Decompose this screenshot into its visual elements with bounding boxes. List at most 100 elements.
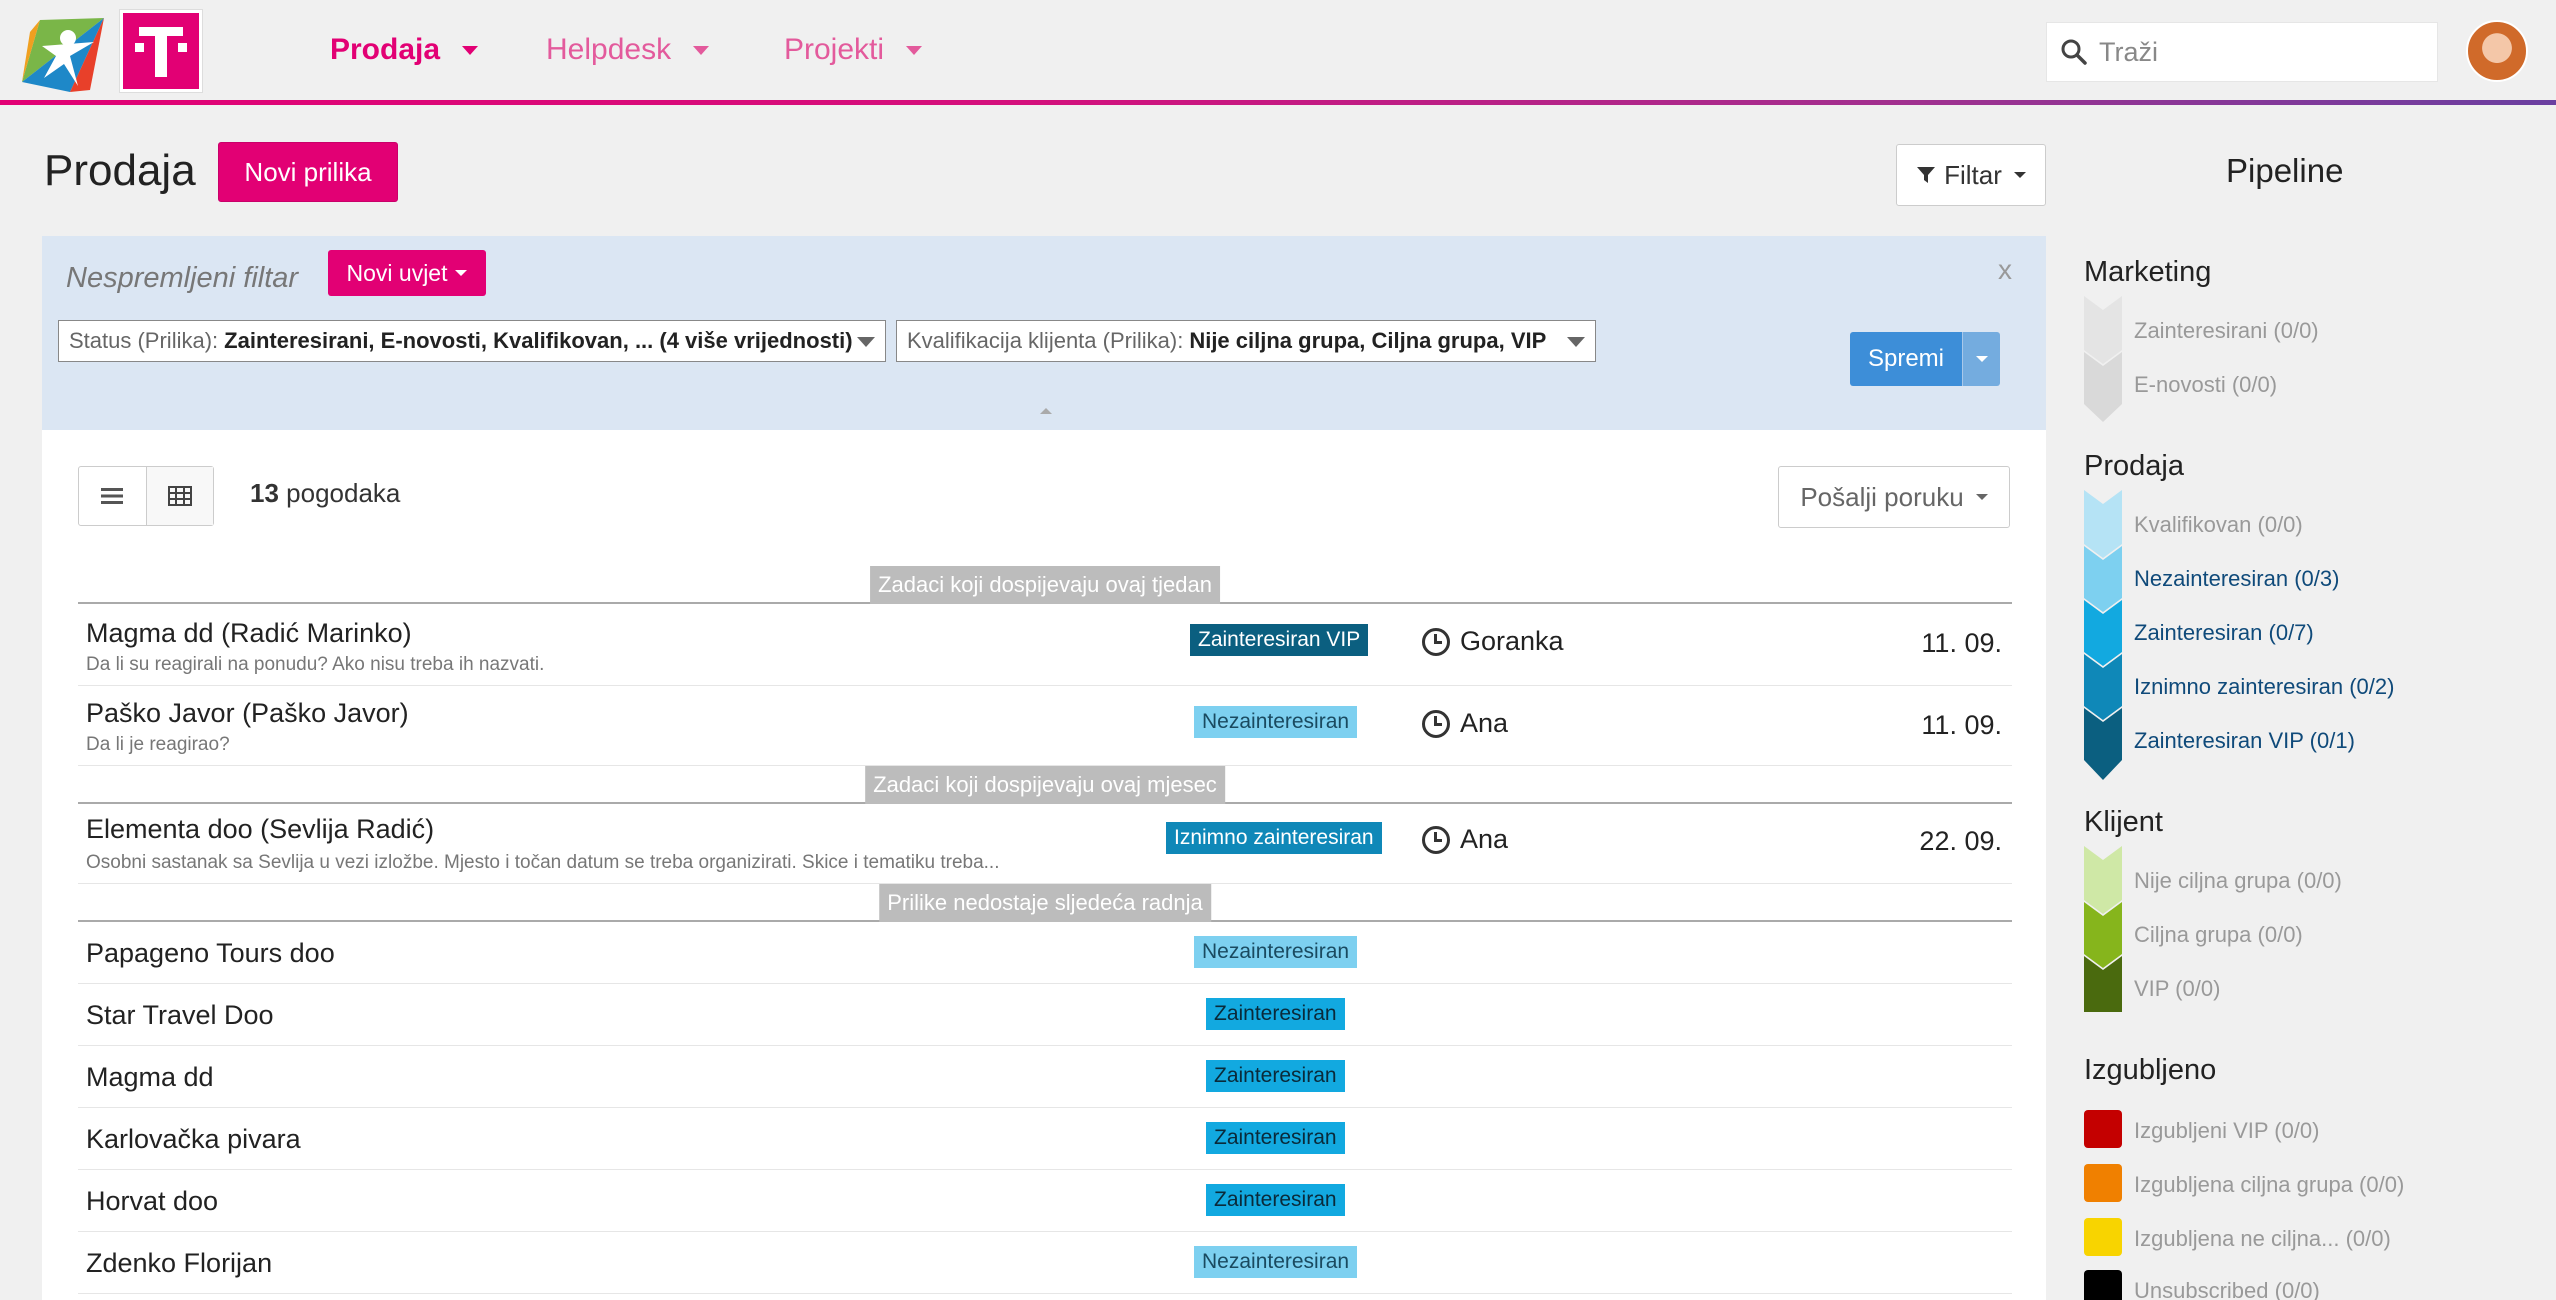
pipeline-item[interactable]: Unsubscribed (0/0) [2134, 1278, 2320, 1300]
row-date: 11. 09. [1921, 710, 2002, 740]
search-input[interactable] [2099, 36, 2419, 68]
table-row[interactable]: Papageno Tours doo Nezainteresiran [78, 922, 2012, 984]
row-title: Horvat doo [86, 1186, 219, 1216]
status-badge: Zainteresiran [1206, 1060, 1345, 1092]
condition-qualification-select[interactable]: Kvalifikacija klijenta (Prilika): Nije c… [896, 320, 1596, 362]
collapse-panel-icon[interactable] [1040, 408, 1052, 414]
row-date: 22. 09. [1919, 826, 2002, 856]
condition-field: Kvalifikacija klijenta (Prilika): [907, 328, 1184, 353]
pipeline-item[interactable]: Iznimno zainteresiran (0/2) [2134, 674, 2394, 700]
row-assignee: Ana [1422, 708, 1508, 739]
nav-item-prodaja[interactable]: Prodaja [330, 0, 479, 100]
view-toggle [78, 466, 214, 526]
hits-label: pogodaka [286, 478, 401, 508]
pipeline-item[interactable]: Zainteresiran (0/7) [2134, 620, 2314, 646]
pipeline-item[interactable]: Izgubljena ciljna grupa (0/0) [2134, 1172, 2404, 1198]
status-badge: Zainteresiran [1206, 998, 1345, 1030]
clock-icon [1422, 627, 1450, 656]
pipeline-item[interactable]: Zainteresirani (0/0) [2134, 318, 2319, 344]
assignee-name: Goranka [1460, 626, 1564, 656]
section-title: Zadaci koji dospijevaju ovaj tjedan [870, 566, 1220, 604]
table-view-button[interactable] [145, 467, 213, 525]
hits-number: 13 [250, 478, 279, 508]
pipeline-item[interactable]: VIP (0/0) [2134, 976, 2220, 1002]
filter-panel: Nespremljeni filtar Novi uvjet x Status … [42, 236, 2046, 430]
new-opportunity-button[interactable]: Novi prilika [218, 142, 398, 202]
section-title: Prilike nedostaje sljedeća radnja [879, 884, 1211, 922]
pipeline-item[interactable]: Izgubljeni VIP (0/0) [2134, 1118, 2319, 1144]
table-row[interactable]: Karlovačka pivara Zainteresiran [78, 1108, 2012, 1170]
pipeline-item[interactable]: Nije ciljna grupa (0/0) [2134, 868, 2342, 894]
lost-vip-swatch [2084, 1110, 2122, 1148]
pipeline-item[interactable]: Nezainteresiran (0/3) [2134, 566, 2339, 592]
condition-value: Nije ciljna grupa, Ciljna grupa, VIP [1189, 328, 1547, 353]
row-title: Magma dd [86, 1062, 214, 1092]
pipeline-item[interactable]: E-novosti (0/0) [2134, 372, 2277, 398]
save-filter-split-button[interactable]: Spremi [1850, 332, 2000, 386]
chevron-down-icon [462, 45, 479, 55]
table-row[interactable]: Magma dd (Radić Marinko) Da li su reagir… [78, 604, 2012, 686]
clock-icon [1422, 709, 1450, 738]
pipeline-chevrons-marketing [2084, 296, 2122, 422]
save-dropdown-toggle[interactable] [1962, 332, 2000, 386]
status-badge: Iznimno zainteresiran [1166, 822, 1382, 854]
telekom-logo[interactable] [120, 10, 202, 92]
new-condition-button[interactable]: Novi uvjet [328, 250, 486, 296]
pipeline-group-title: Prodaja [2084, 450, 2184, 482]
chevron-down-icon [857, 337, 875, 347]
pipeline-chevrons-klijent [2084, 846, 2122, 1012]
row-title: Magma dd (Radić Marinko) [86, 618, 412, 648]
row-description: Da li je reagirao? [86, 734, 230, 755]
status-badge: Zainteresiran [1206, 1122, 1345, 1154]
condition-status-select[interactable]: Status (Prilika): Zainteresirani, E-novo… [58, 320, 886, 362]
unsubscribed-swatch [2084, 1270, 2122, 1300]
nav-item-helpdesk[interactable]: Helpdesk [546, 0, 710, 100]
save-button[interactable]: Spremi [1850, 332, 1962, 386]
nav-item-label: Helpdesk [546, 33, 672, 66]
section-header: Prilike nedostaje sljedeća radnja [78, 884, 2012, 922]
app-logo[interactable] [20, 12, 104, 94]
avatar[interactable] [2466, 20, 2528, 82]
row-assignee: Ana [1422, 824, 1508, 855]
table-row[interactable]: Elementa doo (Sevlija Radić) Osobni sast… [78, 804, 2012, 884]
pipeline-item[interactable]: Izgubljena ne ciljna... (0/0) [2134, 1226, 2391, 1252]
pipeline-item[interactable]: Kvalifikovan (0/0) [2134, 512, 2303, 538]
list-view-button[interactable] [79, 467, 146, 525]
table-row[interactable]: Zdenko Florijan Nezainteresiran [78, 1232, 2012, 1294]
status-badge: Zainteresiran VIP [1190, 624, 1369, 656]
filter-button[interactable]: Filtar [1896, 144, 2046, 206]
table-icon [167, 486, 192, 506]
row-title: Star Travel Doo [86, 1000, 274, 1030]
nav-divider [0, 100, 2556, 105]
pipeline-item[interactable]: Zainteresiran VIP (0/1) [2134, 728, 2355, 754]
clock-icon [1422, 825, 1450, 854]
row-description: Da li su reagirali na ponudu? Ako nisu t… [86, 654, 545, 675]
section-header: Zadaci koji dospijevaju ovaj mjesec [78, 766, 2012, 804]
search-box[interactable] [2046, 22, 2438, 82]
section-header: Zadaci koji dospijevaju ovaj tjedan [78, 566, 2012, 604]
row-title: Paško Javor (Paško Javor) [86, 698, 409, 728]
table-row[interactable]: Paško Javor (Paško Javor) Da li je reagi… [78, 686, 2012, 766]
table-row[interactable]: Horvat doo Zainteresiran [78, 1170, 2012, 1232]
status-badge: Nezainteresiran [1194, 1246, 1358, 1278]
pipeline-group-title: Klijent [2084, 806, 2163, 838]
close-filter-button[interactable]: x [1998, 254, 2012, 286]
row-title: Papageno Tours doo [86, 938, 335, 968]
row-date: 11. 09. [1921, 628, 2002, 658]
status-badge: Nezainteresiran [1194, 936, 1358, 968]
table-row[interactable]: Star Travel Doo Zainteresiran [78, 984, 2012, 1046]
pipeline-item[interactable]: Ciljna grupa (0/0) [2134, 922, 2303, 948]
pipeline-group-title: Izgubljeno [2084, 1054, 2217, 1086]
chevron-down-icon [2013, 172, 2026, 178]
nav-item-label: Prodaja [330, 33, 441, 66]
nav-item-projekti[interactable]: Projekti [784, 0, 923, 100]
row-description: Osobni sastanak sa Sevlija u vezi izložb… [86, 852, 1000, 873]
row-title: Karlovačka pivara [86, 1124, 301, 1154]
table-row[interactable]: Magma dd Zainteresiran [78, 1046, 2012, 1108]
list-icon [101, 488, 124, 504]
row-title: Elementa doo (Sevlija Radić) [86, 814, 435, 844]
hits-count: 13 pogodaka [250, 478, 400, 509]
send-message-button[interactable]: Pošalji poruku [1778, 466, 2010, 528]
row-title: Zdenko Florijan [86, 1248, 273, 1278]
row-assignee: Goranka [1422, 626, 1564, 657]
